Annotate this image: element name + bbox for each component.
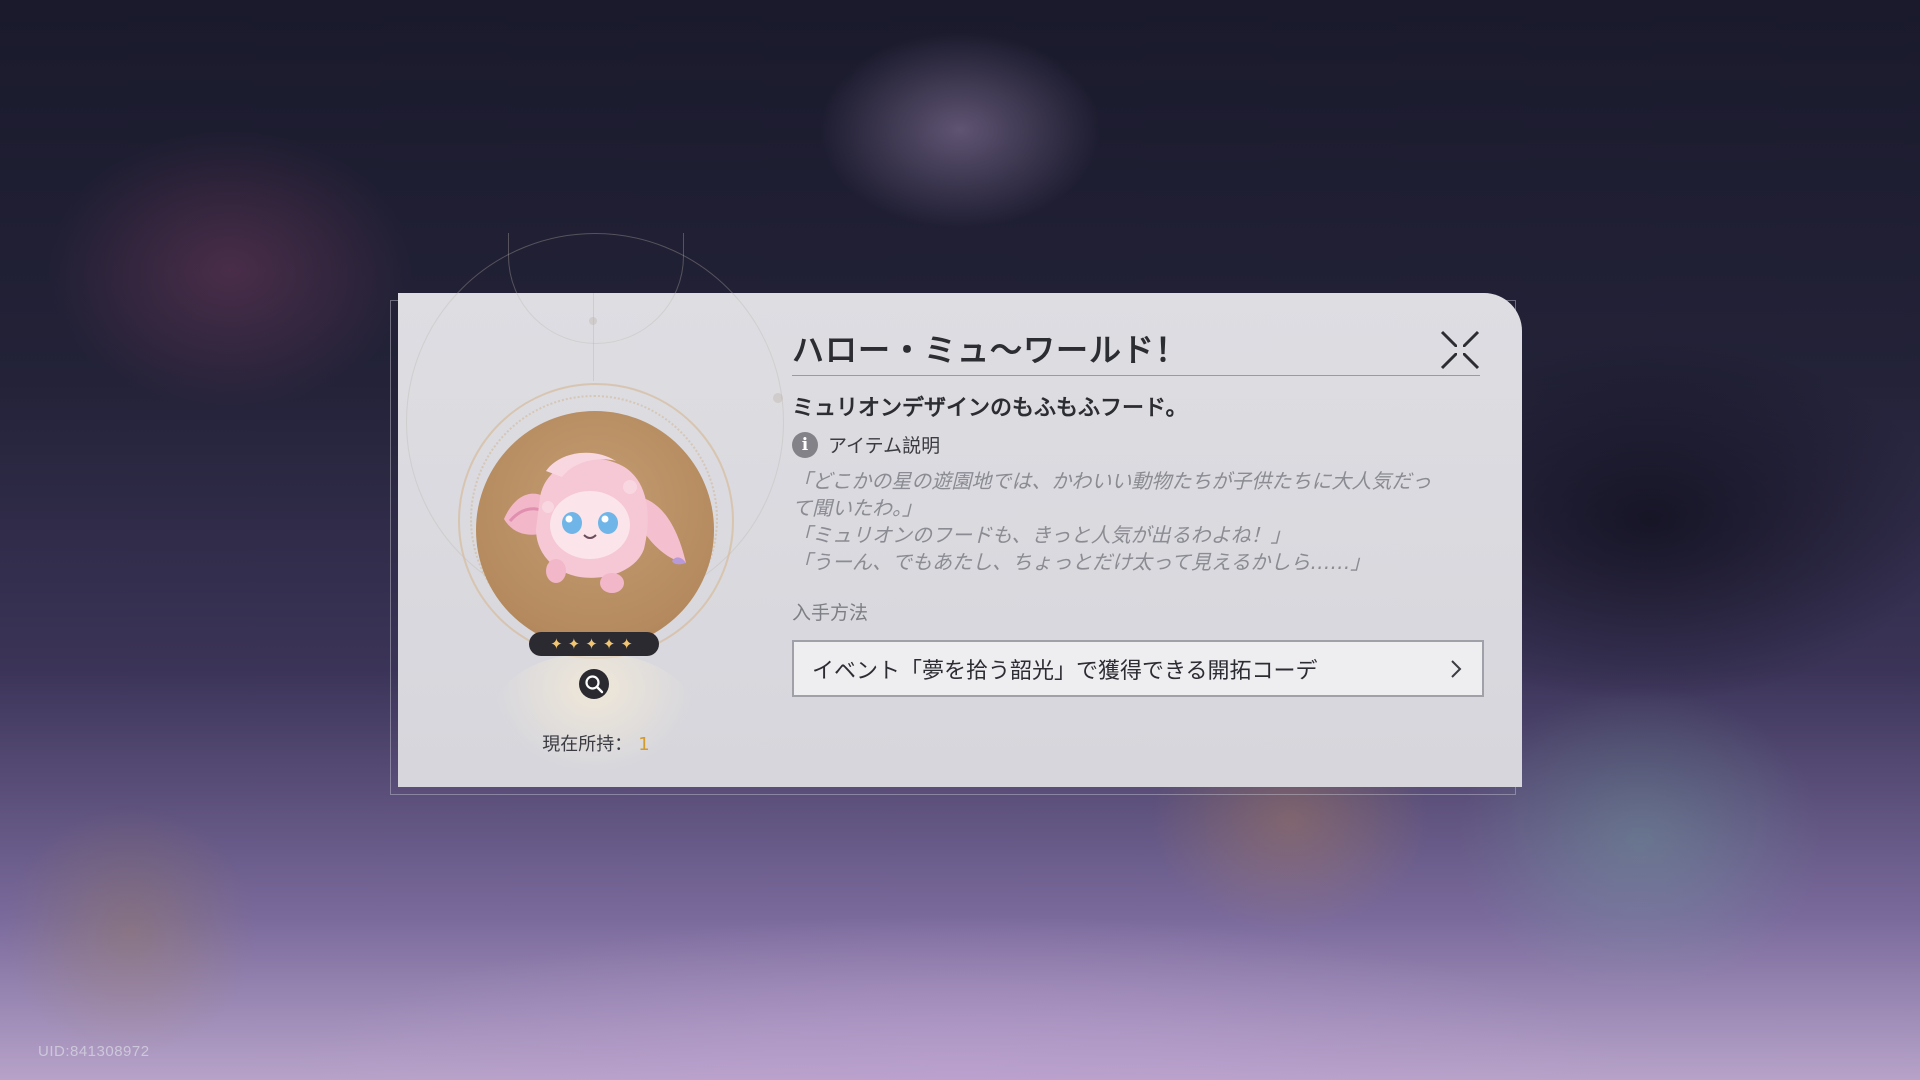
description-line: 「うーん、でもあたし、ちょっとだけ太って見えるかしら……」 (792, 550, 1371, 574)
obtain-source-label: イベント「夢を拾う韶光」で獲得できる開拓コーデ (812, 658, 1318, 684)
description-line: 「どこかの星の遊園地では、かわいい動物たちが子供たちに大人気だっ (792, 469, 1432, 493)
item-title: ハロー・ミュ〜ワールド！ (792, 331, 1189, 369)
close-icon (1440, 330, 1480, 370)
decor-vertical-line (593, 293, 594, 381)
description-line: て聞いたわ。」 (792, 496, 922, 520)
item-detail-panel: ✦✦✦✦✦ 現在所持： 1 ハロー・ミュ〜ワールド！ ミュリオンデザインのもふもふ… (398, 233, 1522, 787)
owned-count: 1 (638, 734, 650, 755)
magnifier-icon (585, 675, 604, 694)
item-description: 「どこかの星の遊園地では、かわいい動物たちが子供たちに大人気だっ て聞いたわ。」… (792, 468, 1492, 576)
obtain-source-button[interactable]: イベント「夢を拾う韶光」で獲得できる開拓コーデ (792, 640, 1484, 697)
owned-count-row: 現在所持： 1 (398, 730, 794, 756)
item-subtitle: ミュリオンデザインのもふもふフード。 (792, 396, 1188, 421)
decor-dot (589, 317, 597, 325)
chevron-right-icon (1451, 659, 1462, 678)
owned-label: 現在所持： (542, 734, 633, 755)
item-icon[interactable] (476, 411, 714, 649)
obtain-heading: 入手方法 (792, 602, 869, 624)
description-heading-label: アイテム説明 (828, 435, 941, 457)
title-divider (792, 375, 1480, 376)
uid-label: UID:841308972 (38, 1043, 150, 1060)
description-line: 「ミュリオンのフードも、きっと人気が出るわよね！」 (792, 523, 1291, 547)
description-heading: i アイテム説明 (792, 431, 940, 458)
zoom-button[interactable] (579, 669, 609, 699)
info-icon: i (792, 431, 818, 458)
rarity-stars: ✦✦✦✦✦ (529, 632, 659, 656)
decor-dot (773, 393, 783, 403)
pink-hood-icon (504, 452, 686, 593)
close-button[interactable] (1438, 328, 1482, 372)
